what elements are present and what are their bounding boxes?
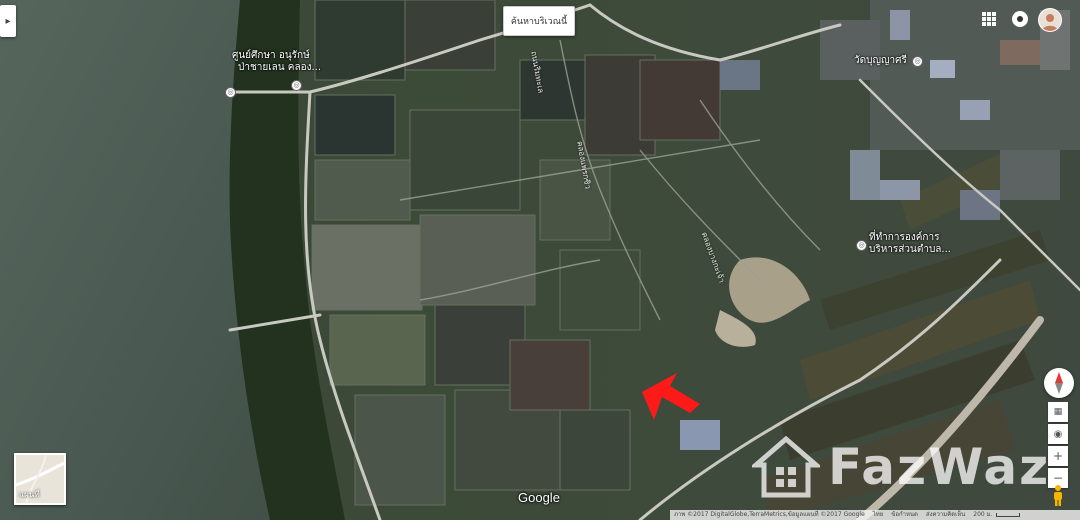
sea-area <box>0 0 270 520</box>
locate-me-button[interactable]: ◉ <box>1048 424 1068 444</box>
poi-pin-icon[interactable]: ◎ <box>291 80 302 91</box>
target-icon: ◉ <box>1053 428 1063 440</box>
poi-label-park-line2: ป่าชายเลน คลอง... <box>238 62 322 73</box>
avatar[interactable] <box>1038 8 1062 32</box>
scale-label: 200 ม. <box>973 511 993 518</box>
zoom-in-button[interactable]: + <box>1048 446 1068 466</box>
avatar-image-icon <box>1042 14 1058 31</box>
poi-label-temple[interactable]: วัดบุญญาศรี <box>854 55 907 67</box>
google-logo: Google <box>518 490 560 505</box>
side-panel-toggle-button[interactable]: ▸ <box>0 5 16 37</box>
house-logo-icon <box>752 435 820 498</box>
tilt-icon: ▦ <box>1053 407 1063 417</box>
map-controls: ▦ ◉ + − <box>1048 402 1068 490</box>
compass-button[interactable] <box>1044 368 1074 398</box>
notifications-icon[interactable] <box>1012 11 1028 27</box>
scale-bar <box>995 513 1020 517</box>
poi-label-office-line1: ที่ทำการองค์การ <box>869 232 940 243</box>
country-link[interactable]: ไทย <box>873 510 884 520</box>
search-this-area-button[interactable]: ค้นหาบริเวณนี้ <box>503 6 575 36</box>
map-layer-toggle[interactable]: แผนที่ <box>14 453 66 505</box>
street-view-pegman-icon[interactable] <box>1051 484 1065 506</box>
attribution-bar: ภาพ ©2017 DigitalGlobe,TerraMetrics,ข้อม… <box>670 510 1080 520</box>
poi-label-office[interactable]: ที่ทำการองค์การ บริหารส่วนตำบล... <box>869 232 951 256</box>
poi-label-park-line1: ศูนย์ศึกษา อนุรักษ์ <box>232 50 310 61</box>
fazwaz-watermark: FazWaz <box>752 433 1050 501</box>
tilt-button[interactable]: ▦ <box>1048 402 1068 422</box>
imagery-attribution: ภาพ ©2017 DigitalGlobe,TerraMetrics,ข้อม… <box>674 511 865 518</box>
terms-link[interactable]: ข้อกำหนด <box>891 510 918 520</box>
map-layer-label: แผนที่ <box>19 490 40 499</box>
apps-grid-icon[interactable] <box>982 12 996 26</box>
feedback-link[interactable]: ส่งความคิดเห็น <box>926 510 965 520</box>
watermark-text: FazWaz <box>828 438 1051 496</box>
compass-icon <box>1055 372 1063 394</box>
office-pin-icon[interactable]: ◎ <box>856 240 867 251</box>
poi-label-office-line2: บริหารส่วนตำบล... <box>869 244 951 255</box>
poi-label-park[interactable]: ศูนย์ศึกษา อนุรักษ์ ป่าชายเลน คลอง... <box>232 50 321 74</box>
scale-indicator[interactable]: 200 ม. <box>973 510 1020 520</box>
temple-pin-icon[interactable]: ◎ <box>912 56 923 67</box>
road-marker-icon: ◎ <box>225 87 236 98</box>
